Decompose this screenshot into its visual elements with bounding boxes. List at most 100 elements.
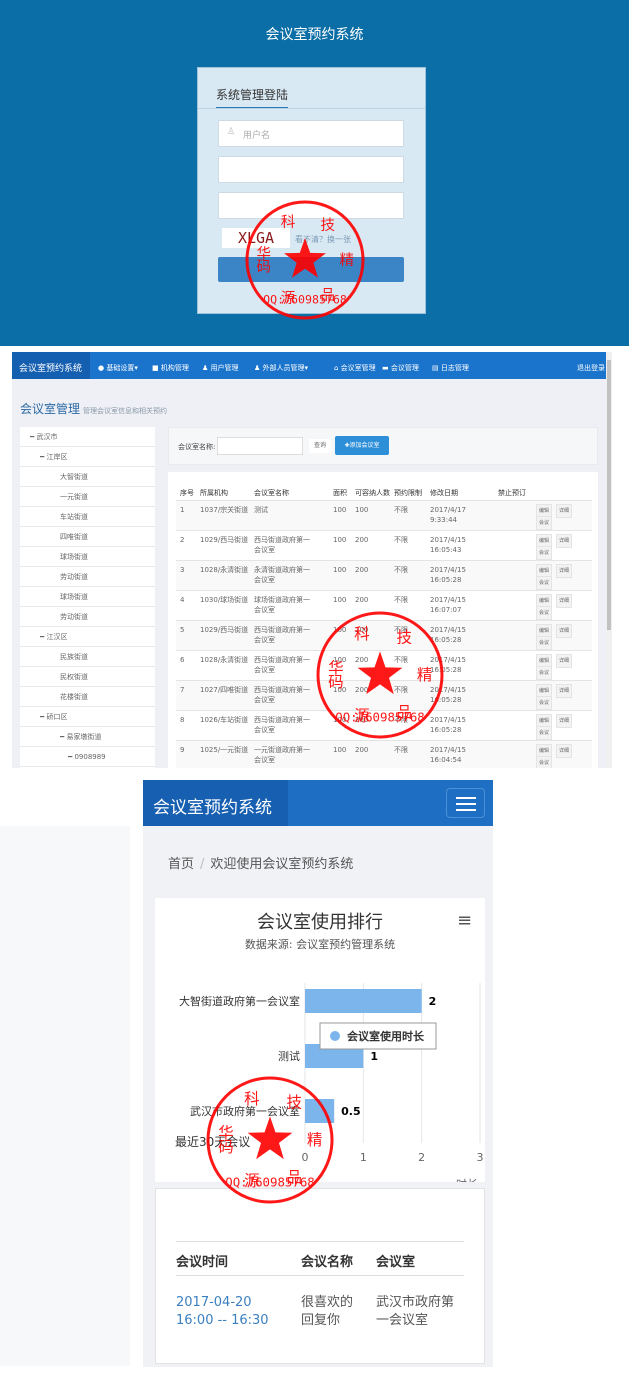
background bbox=[0, 826, 130, 1366]
captcha-input[interactable] bbox=[218, 192, 404, 219]
meetings-button[interactable]: 会议 bbox=[536, 696, 553, 710]
cell: 1030/球场街道 bbox=[200, 596, 249, 604]
cell: 2017/4/15 16:04:54 bbox=[430, 746, 466, 764]
tree-node-label: 江岸区 bbox=[46, 453, 68, 461]
nav-logs[interactable]: ▤ 日志管理 bbox=[432, 363, 469, 373]
tree-node[interactable]: 民族街道 bbox=[20, 647, 155, 667]
login-screen: 会议室预约系统 系统管理登陆 ♙ 用户名 XLGA 看不清？换一张 bbox=[0, 0, 629, 346]
column-header: 修改日期 bbox=[430, 489, 458, 497]
detail-button[interactable]: 详细 bbox=[556, 624, 573, 638]
tree-node[interactable]: 劳动街道 bbox=[20, 567, 155, 587]
tree-node-label: 一元街道 bbox=[60, 493, 88, 501]
nav-users[interactable]: ♟ 用户管理 bbox=[202, 363, 239, 373]
meetings-button[interactable]: 会议 bbox=[536, 726, 553, 740]
detail-button[interactable]: 详细 bbox=[556, 504, 573, 518]
tree-node[interactable]: 四唯街道 bbox=[20, 527, 155, 547]
tree-node[interactable]: 民权街道 bbox=[20, 667, 155, 687]
cell: 测试 bbox=[254, 506, 268, 514]
tree-node[interactable]: 球场街道 bbox=[20, 547, 155, 567]
data-label: 0.5 bbox=[341, 1105, 361, 1118]
admin-screen: 会议室预约系统 ● 基础设置▾ ■ 机构管理 ♟ 用户管理 ♟ 外部人员管理▾ … bbox=[12, 352, 612, 768]
login-panel-title: 系统管理登陆 bbox=[216, 86, 289, 109]
column-header: 面积 bbox=[333, 489, 347, 497]
tree-node[interactable]: ━ 武汉市 bbox=[20, 427, 155, 447]
tree-node[interactable]: 劳动街道 bbox=[20, 607, 155, 627]
cell: 2017/4/15 16:05:28 bbox=[430, 626, 466, 644]
tree-node[interactable]: ━ 硚口区 bbox=[20, 707, 155, 727]
page-header: 会议室管理 管理会议室信息和相关预约 bbox=[20, 400, 167, 417]
add-room-button[interactable]: ✚添加会议室 bbox=[335, 436, 389, 455]
column-header: 禁止预订 bbox=[498, 489, 526, 497]
meetings-button[interactable]: 会议 bbox=[536, 756, 553, 768]
col-time: 会议时间 bbox=[176, 1255, 229, 1270]
table-row: 7 1027/四唯街道 西马街道政府第一会议室 100 200 不限 2017/4/15 1… bbox=[176, 680, 592, 710]
detail-button[interactable]: 详细 bbox=[556, 534, 573, 548]
meetings-button[interactable]: 会议 bbox=[536, 546, 553, 560]
nav-meetings[interactable]: ▬ 会议管理 bbox=[382, 363, 419, 373]
legend-label: 会议室使用时长 bbox=[347, 1029, 425, 1043]
tree-node[interactable]: 球场街道 bbox=[20, 587, 155, 607]
tree-node-label: 车站街道 bbox=[60, 513, 88, 521]
room-name-input[interactable] bbox=[217, 437, 303, 455]
tree-node-label: 劳动街道 bbox=[60, 573, 88, 581]
x-axis-label: 时长 bbox=[456, 1178, 478, 1182]
tree-node-label: 大智街道 bbox=[60, 473, 88, 481]
logout-link[interactable]: 退出登录 bbox=[577, 363, 605, 373]
cell: 1025/一元街道 bbox=[200, 746, 249, 754]
table-row: 4 1030/球场街道 球场街道政府第一会议室 100 200 不限 2017/4/15 1… bbox=[176, 590, 592, 620]
hamburger-menu-icon[interactable] bbox=[446, 788, 485, 818]
password-input[interactable] bbox=[218, 156, 404, 183]
tree-node-label: 易家墩街道 bbox=[66, 733, 102, 741]
tree-node-label: 球场街道 bbox=[60, 553, 88, 561]
tree-node[interactable]: 车站街道 bbox=[20, 507, 155, 527]
table-row: 6 1028/永清街道 西马街道政府第一会议室 100 200 不限 2017/4/15 1… bbox=[176, 650, 592, 680]
cell: 西马街道政府第一会议室 bbox=[254, 716, 310, 734]
tree-node[interactable]: ━ 0908989 bbox=[20, 747, 155, 767]
brand[interactable]: 会议室预约系统 bbox=[143, 780, 288, 826]
mobile-header: 会议室预约系统 bbox=[143, 780, 493, 826]
tree-node[interactable]: 一元街道 bbox=[20, 487, 155, 507]
tree-node[interactable]: ━ 易家墩街道 bbox=[20, 727, 155, 747]
captcha-image[interactable]: XLGA bbox=[222, 228, 290, 248]
brand[interactable]: 会议室预约系统 bbox=[12, 352, 90, 379]
divider bbox=[198, 108, 425, 109]
detail-button[interactable]: 详细 bbox=[556, 594, 573, 608]
scrollbar[interactable] bbox=[606, 352, 612, 768]
username-input[interactable]: ♙ 用户名 bbox=[218, 120, 404, 147]
login-button[interactable] bbox=[218, 257, 404, 282]
meetings-button[interactable]: 会议 bbox=[536, 636, 553, 650]
tree-node-label: 四唯街道 bbox=[60, 533, 88, 541]
nav-org[interactable]: ■ 机构管理 bbox=[152, 363, 189, 373]
meetings-button[interactable]: 会议 bbox=[536, 576, 553, 590]
chart-card: 会议室使用排行 数据来源: 会议室预约管理系统 ≡ 0 1 2 3 大智街道政府第一会议… bbox=[155, 898, 485, 1182]
cell: 1028/永清街道 bbox=[200, 656, 249, 664]
tree-node[interactable]: ━ 江岸区 bbox=[20, 447, 155, 467]
nav-basic-settings[interactable]: ● 基础设置▾ bbox=[98, 363, 138, 373]
cell: 永清街道政府第一会议室 bbox=[254, 566, 310, 584]
search-panel: 会议室名称: 查询 ✚添加会议室 bbox=[168, 427, 598, 465]
detail-button[interactable]: 详细 bbox=[556, 654, 573, 668]
tree-node[interactable]: ━ 江汉区 bbox=[20, 627, 155, 647]
meetings-button[interactable]: 会议 bbox=[536, 516, 553, 530]
cell: 西马街道政府第一会议室 bbox=[254, 686, 310, 704]
cell: 1026/车站街道 bbox=[200, 716, 249, 724]
table-row: 8 1026/车站街道 西马街道政府第一会议室 100 200 不限 2017/4/15 1… bbox=[176, 710, 592, 740]
breadcrumb-home[interactable]: 首页 bbox=[168, 857, 194, 872]
detail-button[interactable]: 详细 bbox=[556, 564, 573, 578]
nav-rooms[interactable]: ⌂ 会议室管理 bbox=[334, 363, 376, 373]
detail-button[interactable]: 详细 bbox=[556, 744, 573, 758]
tree-node[interactable]: 花楼街道 bbox=[20, 687, 155, 707]
refresh-captcha-link[interactable]: 看不清？换一张 bbox=[295, 234, 351, 245]
tree-node-label: 硚口区 bbox=[46, 713, 68, 721]
detail-button[interactable]: 详细 bbox=[556, 684, 573, 698]
tree-node[interactable]: 大智街道 bbox=[20, 467, 155, 487]
nav-external[interactable]: ♟ 外部人员管理▾ bbox=[254, 363, 308, 373]
detail-button[interactable]: 详细 bbox=[556, 714, 573, 728]
bar bbox=[305, 989, 422, 1013]
meetings-button[interactable]: 会议 bbox=[536, 666, 553, 680]
search-button[interactable]: 查询 bbox=[309, 439, 331, 453]
meeting-time[interactable]: 2017-04-20 16:00 -- 16:30 bbox=[176, 1294, 276, 1330]
cell: 一元街道政府第一会议室 bbox=[254, 746, 310, 764]
meetings-button[interactable]: 会议 bbox=[536, 606, 553, 620]
cell: 1029/西马街道 bbox=[200, 626, 249, 634]
